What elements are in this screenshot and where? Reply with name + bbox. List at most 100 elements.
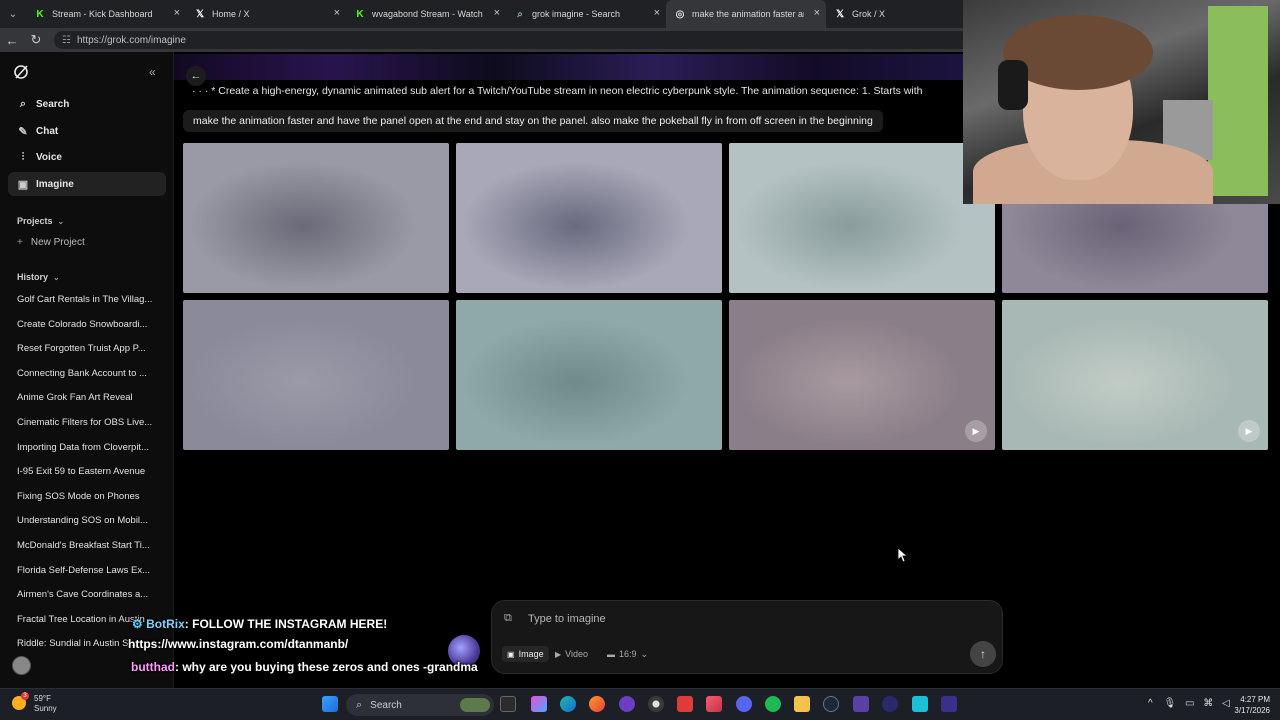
prompt-input[interactable]: [528, 609, 928, 629]
music-icon[interactable]: [706, 696, 722, 712]
browser-tab[interactable]: ⌕ grok imagine - Search ×: [506, 0, 666, 28]
windows-taskbar: 3 59°F Sunny ⌕ Search ^ 🎙 ▭ ⌘ ◁ 4:27 PM …: [0, 688, 1280, 720]
history-item[interactable]: Golf Cart Rentals in The Villag...: [17, 294, 152, 305]
browser-tab[interactable]: 𝕏Grok / X×: [826, 0, 986, 28]
current-prompt[interactable]: make the animation faster and have the p…: [183, 110, 883, 132]
generated-thumbnail[interactable]: [456, 300, 722, 450]
search-icon: ⌕: [517, 8, 523, 20]
chat-line-3: butthad: why are you buying these zeros …: [131, 660, 478, 674]
aspect-ratio-label: 16:9: [619, 649, 637, 659]
generated-thumbnail[interactable]: ▶: [1002, 300, 1268, 450]
nav-chat[interactable]: ✎ Chat: [8, 119, 166, 143]
file-explorer-icon[interactable]: [794, 696, 810, 712]
mode-video-label: Video: [565, 649, 589, 659]
history-header[interactable]: History ⌄: [17, 272, 60, 282]
fx-icon[interactable]: [941, 696, 957, 712]
back-arrow-icon[interactable]: ←: [0, 33, 24, 48]
app-icon-red[interactable]: [677, 696, 693, 712]
obs-icon[interactable]: [648, 696, 664, 712]
history-item[interactable]: Connecting Bank Account to ...: [17, 368, 152, 379]
taskbar-search[interactable]: ⌕ Search: [346, 694, 494, 716]
new-project-label: New Project: [30, 237, 85, 248]
close-icon[interactable]: ×: [334, 8, 340, 19]
webcam-overlay: [963, 0, 1280, 204]
copilot-icon[interactable]: [531, 696, 547, 712]
clock[interactable]: 4:27 PM 3/17/2026: [1226, 694, 1270, 716]
app-icon-dark[interactable]: [882, 696, 898, 712]
nav-search-label: Search: [36, 98, 70, 110]
microphone-icon[interactable]: 🎙: [1163, 698, 1176, 709]
close-icon[interactable]: ×: [654, 8, 660, 19]
chat-message: https://www.instagram.com/dtanmanb/: [128, 637, 349, 651]
attach-image-icon[interactable]: ⧉: [504, 612, 512, 625]
steam-icon[interactable]: [823, 696, 839, 712]
back-button[interactable]: ←: [186, 66, 206, 86]
x-icon: 𝕏: [195, 8, 205, 20]
avatar[interactable]: [12, 656, 31, 675]
generated-thumbnail[interactable]: [456, 143, 722, 293]
new-project-button[interactable]: + New Project: [17, 237, 85, 248]
url-field[interactable]: ☷ https://grok.com/imagine: [54, 31, 974, 49]
browser-tab[interactable]: Kwvagabond Stream - Watch Live o ×: [346, 0, 506, 28]
mouse-cursor-icon: [898, 548, 908, 562]
send-button[interactable]: ↑: [970, 641, 996, 667]
history-item[interactable]: Understanding SOS on Mobil...: [17, 515, 152, 526]
nav-search[interactable]: ⌕ Search: [8, 92, 166, 116]
task-view-icon[interactable]: [500, 696, 516, 712]
history-item[interactable]: Create Colorado Snowboardi...: [17, 319, 152, 330]
history-item[interactable]: Importing Data from Cloverpit...: [17, 442, 152, 453]
play-icon[interactable]: ▶: [1238, 420, 1260, 442]
kick-icon: K: [356, 8, 364, 20]
history-item[interactable]: Fixing SOS Mode on Phones: [17, 491, 152, 502]
screen: ⌄ K Stream - Kick Dashboard × 𝕏 Home / X × Kwv…: [0, 0, 1280, 720]
nav-voice[interactable]: ⫶ Voice: [8, 145, 166, 169]
generated-thumbnail[interactable]: [183, 300, 449, 450]
history-item[interactable]: Cinematic Filters for OBS Live...: [17, 417, 152, 428]
tab-title: Home / X: [212, 9, 250, 19]
spotify-icon[interactable]: [765, 696, 781, 712]
arrow-up-icon: ↑: [980, 647, 986, 661]
nav-imagine[interactable]: ▣ Imagine: [8, 172, 166, 196]
browser-tab[interactable]: 𝕏 Home / X ×: [186, 0, 346, 28]
generated-thumbnail[interactable]: [729, 143, 995, 293]
app-icon-purple[interactable]: [619, 696, 635, 712]
discord-icon[interactable]: [736, 696, 752, 712]
history-item[interactable]: McDonald's Breakfast Start Ti...: [17, 540, 152, 551]
windows-start-icon[interactable]: [322, 696, 338, 712]
play-icon[interactable]: ▶: [965, 420, 987, 442]
history-item[interactable]: Airmen's Cave Coordinates a...: [17, 589, 152, 600]
browser-tab[interactable]: K Stream - Kick Dashboard ×: [26, 0, 186, 28]
close-icon[interactable]: ×: [494, 8, 500, 19]
close-icon[interactable]: ×: [814, 8, 820, 19]
close-icon[interactable]: ×: [174, 8, 180, 19]
history-item[interactable]: Anime Grok Fan Art Reveal: [17, 392, 152, 403]
tab-search-menu-icon[interactable]: ⌄: [0, 0, 26, 28]
mode-video-button[interactable]: ▶ Video: [550, 646, 593, 662]
history-item[interactable]: I-95 Exit 59 to Eastern Avenue: [17, 466, 152, 477]
search-icon: ⌕: [19, 97, 27, 110]
chevron-up-icon[interactable]: ^: [1148, 698, 1153, 709]
aspect-ratio-select[interactable]: ▬ 16:9 ⌄: [602, 646, 653, 662]
display-icon[interactable]: ▭: [1185, 698, 1194, 709]
network-icon[interactable]: ⌘: [1203, 698, 1213, 709]
grok-logo-icon[interactable]: [13, 64, 29, 80]
clock-time: 4:27 PM: [1240, 695, 1270, 704]
app-icon-editor[interactable]: [853, 696, 869, 712]
voice-icon: ⫶: [21, 150, 25, 163]
collapse-sidebar-icon[interactable]: «: [149, 65, 156, 79]
generated-thumbnail[interactable]: [183, 143, 449, 293]
generated-thumbnail[interactable]: ▶: [729, 300, 995, 450]
projects-header[interactable]: Projects ⌄: [17, 216, 64, 226]
weather-widget[interactable]: 3 59°F Sunny: [12, 692, 57, 714]
app-icon-cyan[interactable]: [912, 696, 928, 712]
x-icon: 𝕏: [835, 8, 845, 20]
history-item[interactable]: Florida Self-Defense Laws Ex...: [17, 565, 152, 576]
history-item[interactable]: Reset Forgotten Truist App P...: [17, 343, 152, 354]
mode-image-button[interactable]: ▣ Image: [502, 646, 549, 662]
browser-tab[interactable]: ◎ make the animation faster and ha ×: [666, 0, 826, 28]
reload-icon[interactable]: ↻: [24, 32, 48, 48]
firefox-icon[interactable]: [589, 696, 605, 712]
site-info-icon[interactable]: ☷: [62, 35, 71, 46]
edge-icon[interactable]: [560, 696, 576, 712]
chat-bot-badge-icon: ⚙: [132, 617, 143, 631]
